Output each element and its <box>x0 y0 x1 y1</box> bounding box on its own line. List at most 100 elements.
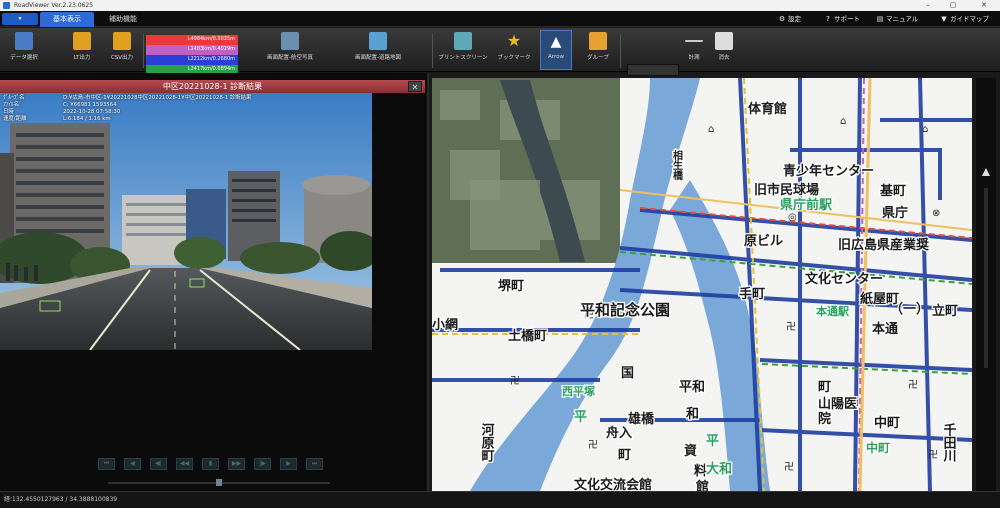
ribbon-button-label: CSV出力 <box>110 55 134 61</box>
video-close-button[interactable]: ✕ <box>408 81 422 92</box>
data-select-button[interactable]: データ選択 <box>2 30 46 70</box>
map-label: 基町 <box>879 183 906 199</box>
csv-output-button[interactable]: CSV出力 <box>104 30 140 70</box>
csv-import-button[interactable]: LT出力 <box>64 30 100 70</box>
map-label: 平和記念公園 <box>580 301 670 319</box>
pause-icon[interactable]: ▮ <box>202 458 219 470</box>
arrow-button[interactable]: ▲ Arrow <box>540 30 572 70</box>
map-label: 町 <box>818 380 831 395</box>
svg-text:⌂: ⌂ <box>708 124 714 135</box>
map-label: 体育館 <box>748 101 787 117</box>
map-label: 小網 <box>432 317 458 333</box>
title-bar: RoadViewer Ver.2.23.0625 – ▢ ✕ <box>0 0 1000 11</box>
close-button[interactable]: ✕ <box>976 0 992 11</box>
map-label: 文化交流会館 <box>574 477 652 491</box>
ribbon-separator <box>620 34 621 68</box>
seek-thumb[interactable] <box>216 479 222 486</box>
box-icon <box>589 32 607 50</box>
svg-text:⌂: ⌂ <box>922 124 928 135</box>
map-label: 青少年センター <box>783 163 874 179</box>
color-swatch-box[interactable] <box>627 64 679 76</box>
step-back-icon[interactable]: ◀| <box>150 458 167 470</box>
map-label: 立町 <box>932 303 958 319</box>
arrow-icon: ▲ <box>550 34 562 50</box>
camera-icon <box>454 32 472 50</box>
legend-entry: L4984km/0.5035m <box>146 35 238 45</box>
prev-icon[interactable]: ◀ <box>124 458 141 470</box>
app-icon <box>3 2 10 9</box>
bookmark-button[interactable]: ★ ブックマーク <box>494 30 534 70</box>
step-forward-icon[interactable]: |▶ <box>254 458 271 470</box>
map-label: 平 <box>574 410 587 425</box>
ribbon-button-label: データ選択 <box>10 55 38 61</box>
menu-label: マニュアル <box>886 15 919 23</box>
tab-auxiliary[interactable]: 補助機能 <box>98 12 148 27</box>
map-label: 河原町 <box>479 422 495 463</box>
menu-question[interactable]: ? サポート <box>824 12 860 26</box>
ribbon-button-label: 計測 <box>688 55 700 61</box>
print-screen-button[interactable]: プリントスクリーン <box>436 30 490 70</box>
monitor-icon <box>369 32 387 50</box>
document-icon: ▤ <box>876 15 884 23</box>
map-label: 文化センター <box>805 271 883 287</box>
refresh-icon <box>113 32 131 50</box>
info-row: 速度/距離 L:6.184 / 1.16 km <box>3 116 251 123</box>
map-label: 県庁 <box>882 205 908 221</box>
fast-forward-icon[interactable]: ▶▶ <box>228 458 245 470</box>
menu-map[interactable]: ▼ ガイドマップ <box>940 12 989 26</box>
map-icon: ▼ <box>941 15 947 23</box>
svg-text:⊗: ⊗ <box>932 208 940 219</box>
map-label: 堺町 <box>498 278 524 294</box>
scroll-arrows <box>982 168 990 368</box>
info-key: ｸﾞﾙｰﾌﾟ名 <box>3 95 25 101</box>
skip-end-icon[interactable]: ⏭ <box>306 458 323 470</box>
minimize-button[interactable]: – <box>920 0 936 11</box>
ribbon-separator <box>143 34 144 68</box>
video-title: 中区20221028-1 診断結果 <box>0 80 425 93</box>
info-value: C: ¥66981 1593564 <box>63 102 117 108</box>
ribbon-button-label: ブックマーク <box>497 55 531 61</box>
svg-text:卍: 卍 <box>786 321 796 333</box>
line-button[interactable]: 計測 <box>682 30 706 70</box>
svg-text:卍: 卍 <box>928 449 938 461</box>
line-icon <box>685 40 703 42</box>
map-label: 千田川 <box>941 422 958 462</box>
map-label: 雄橋 <box>627 411 655 427</box>
ribbon-button-label: 画面配置-航空写真 <box>267 55 313 61</box>
map-label: 県庁前駅 <box>780 197 833 213</box>
road-video-frame[interactable] <box>0 93 372 350</box>
menu-document[interactable]: ▤ マニュアル <box>876 12 919 26</box>
info-key: 日時 <box>3 109 14 115</box>
rewind-icon[interactable]: ◀◀ <box>176 458 193 470</box>
display-map-button[interactable]: 画面配置-道路地図 <box>336 30 420 70</box>
menu-label: サポート <box>834 15 860 23</box>
info-row: ｸﾞﾙｰﾌﾟ名 D:¥広島-市中区-1¥20221028中区20221028-1¥… <box>3 95 251 102</box>
eraser-button[interactable]: 消去 <box>712 30 736 70</box>
star-icon: ★ <box>506 31 522 50</box>
tab-basic-display[interactable]: 基本表示 <box>40 12 94 27</box>
ribbon-button-label: 消去 <box>718 55 730 61</box>
map-label: 館 <box>696 479 709 491</box>
app-menu-dropdown[interactable]: ▾ <box>2 13 38 25</box>
group-button[interactable]: グループ <box>580 30 616 70</box>
coordinate-readout: 経:132.4550127963 / 34.3888100839 <box>4 496 118 503</box>
skip-start-icon[interactable]: ⏮ <box>98 458 115 470</box>
display-range-button[interactable]: 画面配置-航空写真 <box>248 30 332 70</box>
map-vertical-scrollbar[interactable] <box>976 78 996 491</box>
map-label: 山陽医 <box>818 396 857 412</box>
map-label: （一） <box>890 301 929 317</box>
distance-legend: L4984km/0.5035m L1483km/0.4029m L2212km/0.… <box>146 35 238 75</box>
map-label: 旧広島県産業奨 <box>838 237 930 253</box>
menu-gear[interactable]: ⚙ 設定 <box>778 12 801 26</box>
monitor-icon <box>281 32 299 50</box>
road-map-view[interactable]: ⌂ ⌂ ⌂ ◎ ⊗ 卍 卍卍卍 卍卍卍 体育館 相生橋 青少年センター 旧市民球場 県庁前駅 基町… <box>432 78 972 491</box>
play-icon[interactable]: ▶ <box>280 458 297 470</box>
eraser-icon <box>715 32 733 50</box>
map-label: 資 <box>684 443 697 459</box>
ribbon-separator <box>432 34 433 68</box>
maximize-button[interactable]: ▢ <box>945 0 961 11</box>
map-label: 町 <box>618 448 631 463</box>
map-label: 平和 <box>679 379 705 395</box>
info-row: 日時 2022-10-28 07:58:30 <box>3 109 251 116</box>
svg-text:卍: 卍 <box>784 461 794 473</box>
